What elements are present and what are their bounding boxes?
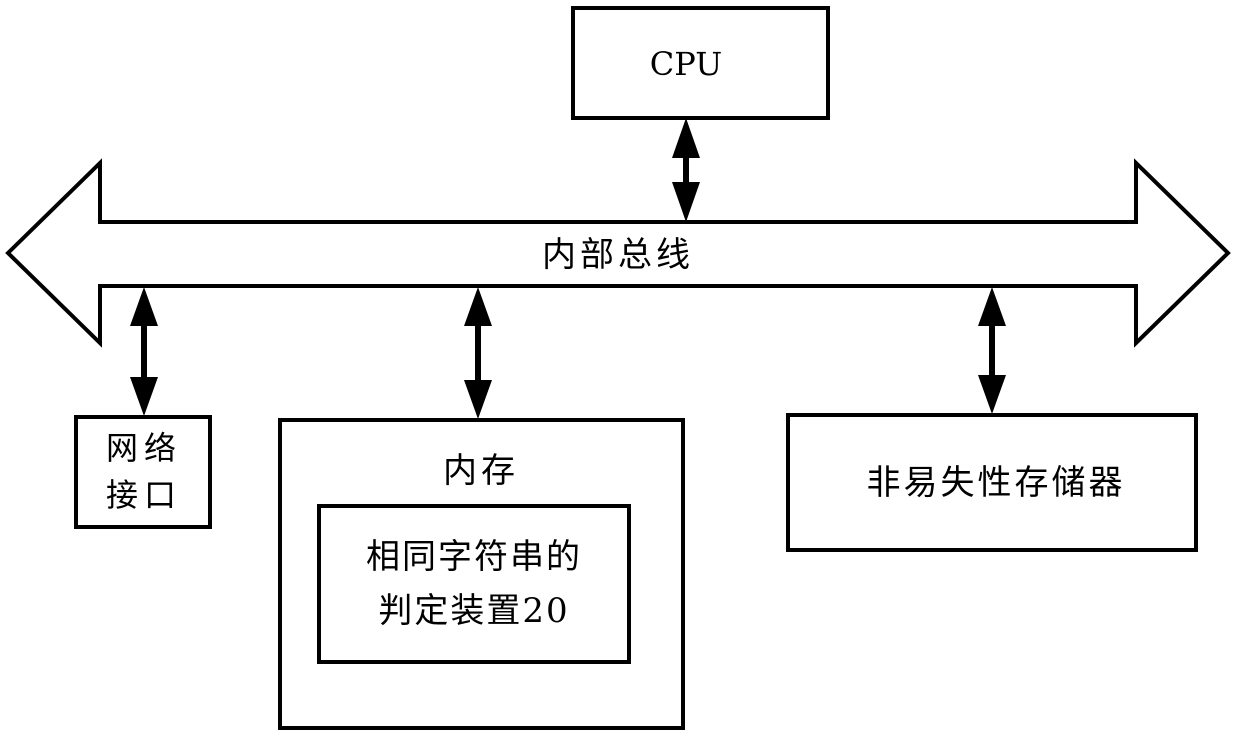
cpu-label: CPU — [650, 45, 722, 83]
memory-node: 内存 相同字符串的 判定装置20 — [278, 418, 685, 730]
arrowhead-up-icon — [130, 287, 158, 326]
cpu-bus-connector — [672, 118, 700, 222]
arrowhead-up-icon — [978, 287, 1006, 326]
network-interface-label-line1: 网络 — [106, 429, 182, 467]
internal-bus: 内部总线 — [5, 158, 1231, 348]
memory-label: 内存 — [443, 451, 519, 491]
bus-label: 内部总线 — [542, 235, 694, 275]
network-interface-label-line2: 接口 — [106, 476, 182, 514]
arrowhead-up-icon — [464, 287, 492, 326]
network-interface-node: 网络 接口 — [74, 415, 212, 529]
arrowhead-down-icon — [464, 380, 492, 419]
arrowhead-up-icon — [672, 118, 700, 158]
network-bus-connector — [130, 287, 158, 416]
memory-bus-connector — [464, 287, 492, 419]
string-match-device-node: 相同字符串的 判定装置20 — [317, 504, 631, 664]
block-diagram: 内部总线 CPU 网络 接口 内存 相同字符串的 判定装置20 非易失性存储器 — [5, 6, 1231, 730]
string-match-device-box — [317, 504, 631, 664]
arrowhead-down-icon — [130, 377, 158, 416]
cpu-node: CPU — [571, 6, 830, 120]
nonvolatile-storage-node: 非易失性存储器 — [786, 413, 1198, 552]
string-match-device-label-line2: 判定装置20 — [378, 591, 569, 631]
string-match-device-label-line1: 相同字符串的 — [366, 537, 582, 577]
storage-bus-connector — [978, 287, 1006, 414]
nonvolatile-storage-label: 非易失性存储器 — [867, 463, 1126, 503]
arrowhead-down-icon — [672, 182, 700, 222]
arrowhead-down-icon — [978, 375, 1006, 414]
